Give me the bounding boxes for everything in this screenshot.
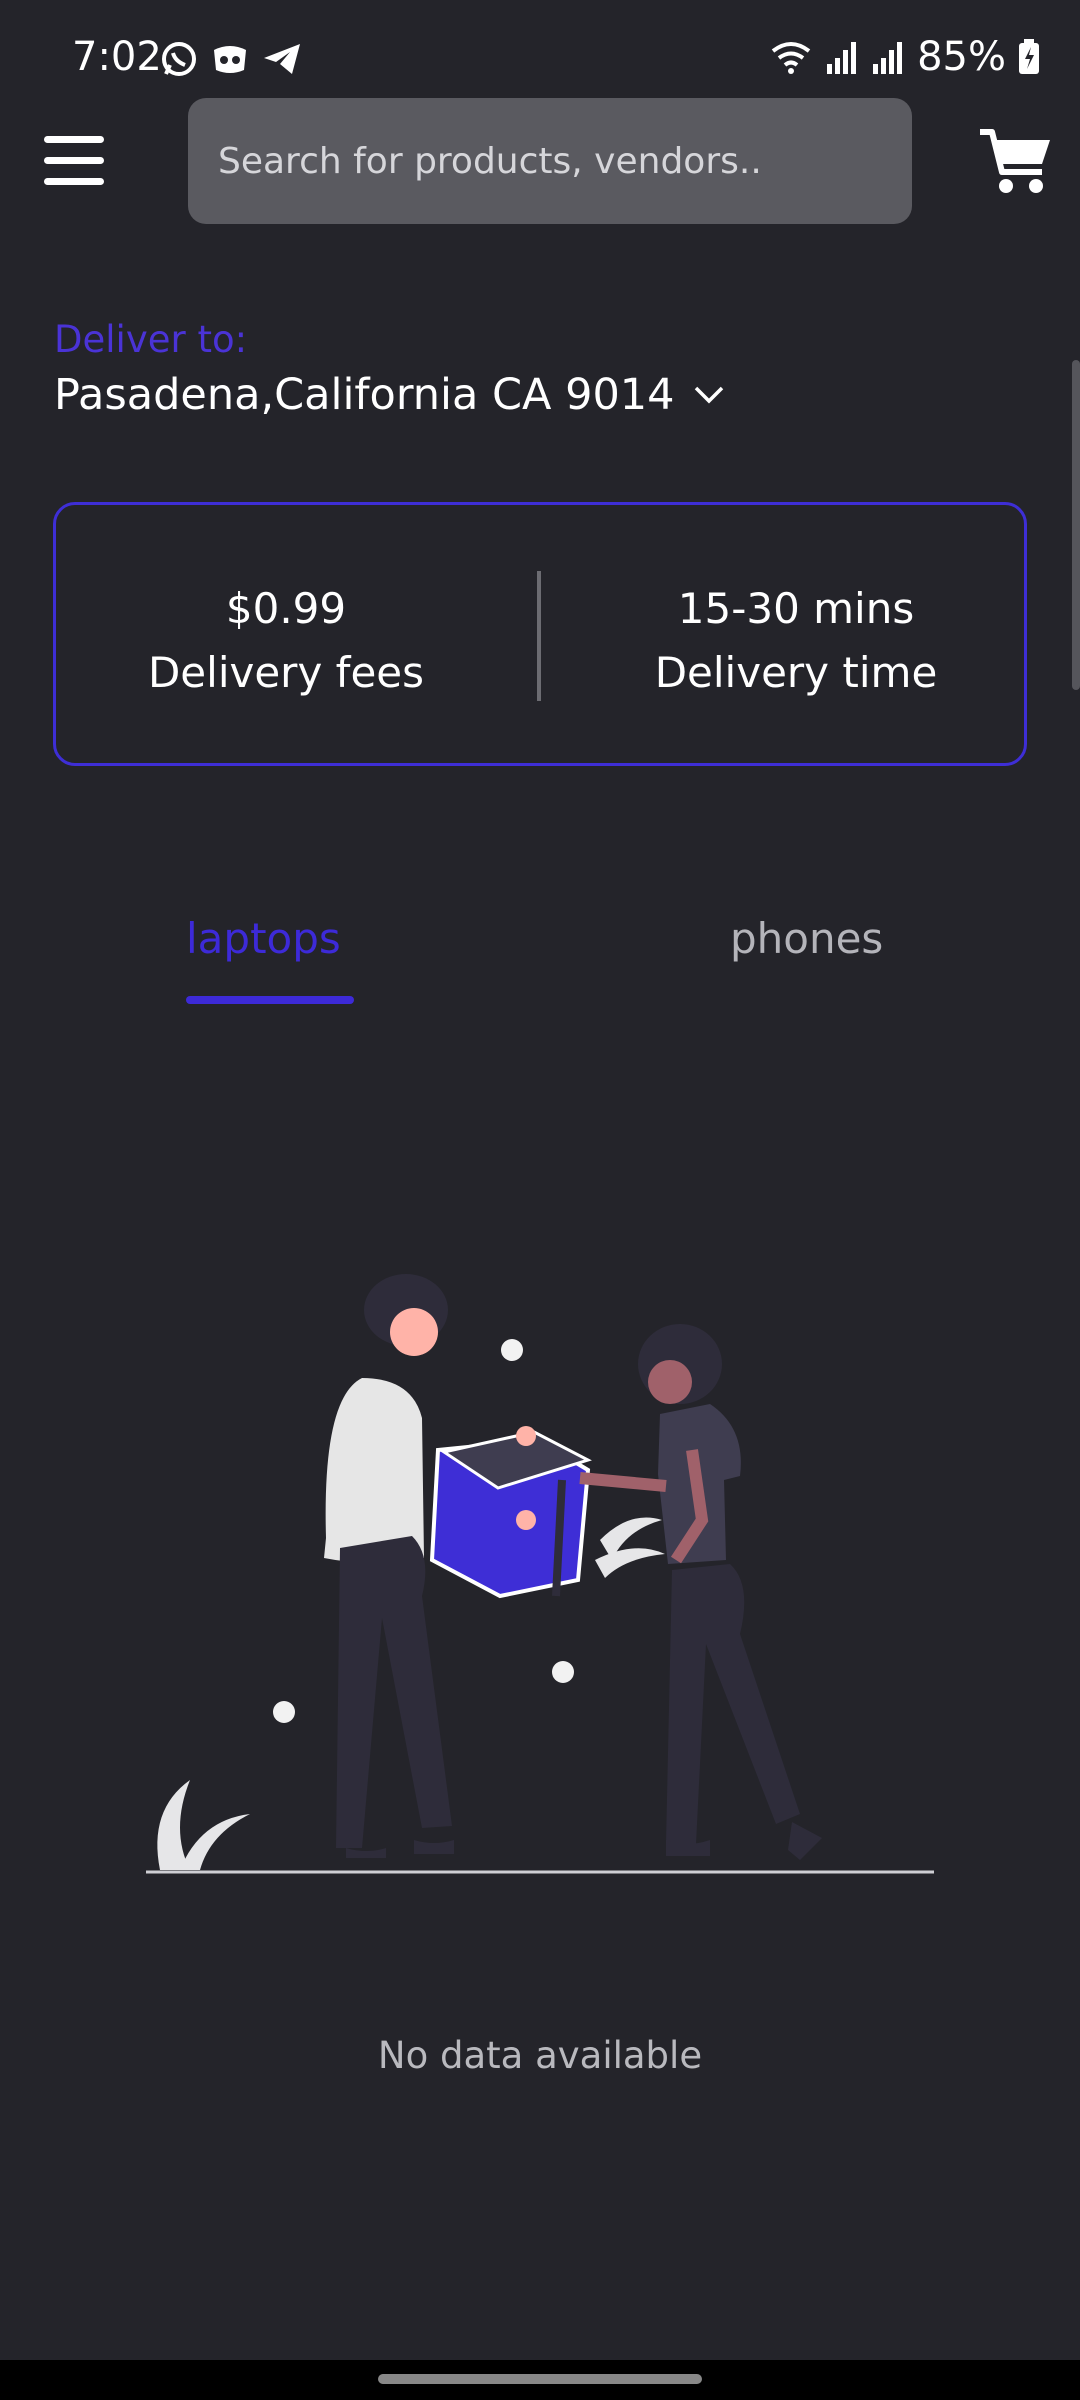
system-nav-bar bbox=[0, 2360, 1080, 2400]
cart-button[interactable] bbox=[978, 126, 1052, 200]
telegram-icon bbox=[264, 44, 300, 74]
chevron-down-icon bbox=[694, 386, 723, 404]
tab-laptops[interactable]: laptops bbox=[186, 914, 341, 963]
scrollbar[interactable] bbox=[1072, 360, 1080, 690]
divider bbox=[537, 571, 541, 701]
signal-icon bbox=[827, 42, 857, 74]
search-bar[interactable] bbox=[188, 98, 912, 224]
hamburger-menu-icon bbox=[44, 136, 104, 143]
delivery-address: Pasadena,California CA 9014 bbox=[54, 370, 675, 420]
home-gesture-handle[interactable] bbox=[378, 2374, 702, 2384]
delivery-address-selector[interactable]: Pasadena,California CA 9014 bbox=[54, 370, 725, 420]
empty-state-illustration bbox=[146, 1274, 934, 1874]
discord-icon bbox=[214, 46, 246, 73]
cart-icon bbox=[980, 129, 1050, 193]
delivery-fee-label: Delivery fees bbox=[147, 648, 425, 697]
search-input[interactable] bbox=[216, 139, 912, 183]
top-bar bbox=[0, 98, 1080, 224]
delivery-info-card: $0.99 Delivery fees 15-30 mins Delivery … bbox=[53, 502, 1027, 766]
status-app-icons bbox=[160, 40, 302, 78]
delivery-fee-value: $0.99 bbox=[225, 584, 347, 633]
whatsapp-icon bbox=[162, 42, 196, 76]
battery-icon bbox=[1019, 39, 1039, 74]
status-right: 85% bbox=[769, 34, 1040, 80]
category-tabs: laptops phones bbox=[0, 900, 1080, 1010]
delivery-time-value: 15-30 mins bbox=[677, 584, 915, 633]
status-time: 7:02 bbox=[72, 34, 162, 80]
tab-phones[interactable]: phones bbox=[730, 914, 883, 963]
empty-state-message: No data available bbox=[377, 2034, 703, 2077]
battery-percent: 85% bbox=[917, 34, 1006, 80]
wifi-icon bbox=[771, 42, 811, 74]
delivery-time-block: 15-30 mins Delivery time bbox=[566, 577, 1026, 705]
delivery-fee-block: $0.99 Delivery fees bbox=[56, 577, 516, 705]
deliver-to-label: Deliver to: bbox=[54, 318, 248, 361]
delivery-time-label: Delivery time bbox=[654, 648, 938, 697]
signal-icon-2 bbox=[873, 42, 903, 74]
menu-button[interactable] bbox=[44, 136, 104, 186]
tab-indicator bbox=[186, 996, 354, 1004]
